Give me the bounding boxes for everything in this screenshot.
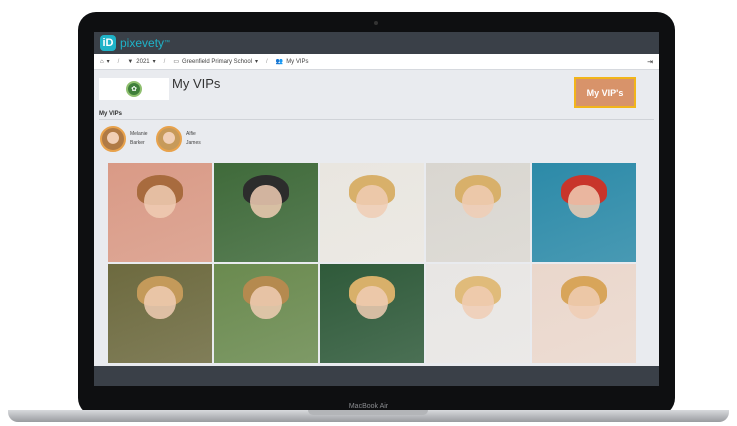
- photo-subject-face: [250, 184, 282, 219]
- my-vips-button[interactable]: My VIP's: [574, 77, 636, 108]
- camera-dot: [374, 21, 378, 25]
- users-icon: 👥: [275, 59, 284, 65]
- avatar: [100, 126, 126, 152]
- current-page-crumb[interactable]: 👥 My VIPs: [275, 58, 309, 66]
- year-filter[interactable]: ▼ 2021 ▾: [127, 58, 156, 66]
- vip-name: Melanie Barker: [130, 130, 148, 148]
- logo-trademark: ™: [164, 40, 171, 46]
- pin-icon[interactable]: ⇥: [647, 58, 653, 66]
- school-crest-icon: ✿: [126, 81, 142, 97]
- school-label: Greenfield Primary School: [181, 58, 253, 65]
- avatar: [156, 126, 182, 152]
- photo-grid: [107, 162, 637, 364]
- photo-subject-face: [356, 184, 388, 219]
- vip-name: Alfie James: [186, 130, 201, 148]
- vip-chip-melanie[interactable]: Melanie Barker: [100, 126, 148, 152]
- photo-tile[interactable]: [425, 162, 531, 263]
- school-logo: ✿: [99, 78, 169, 100]
- breadcrumb-separator: /: [117, 58, 120, 65]
- logo-text: pixevety: [120, 36, 165, 50]
- home-menu[interactable]: ⌂ ▾: [100, 58, 110, 66]
- vip-first-name: Alfie: [186, 131, 196, 137]
- photo-tile[interactable]: [319, 263, 425, 364]
- photo-tile[interactable]: [531, 162, 637, 263]
- breadcrumb-separator: /: [266, 58, 268, 65]
- section-divider: [99, 119, 654, 120]
- app-logo[interactable]: iD pixevety ™: [100, 35, 170, 51]
- vip-last-name: James: [186, 140, 201, 146]
- top-navbar: iD pixevety ™: [94, 32, 659, 54]
- photo-tile[interactable]: [213, 162, 319, 263]
- school-selector[interactable]: ▭ Greenfield Primary School ▾: [173, 58, 259, 66]
- school-icon: ▭: [173, 59, 179, 65]
- photo-tile[interactable]: [319, 162, 425, 263]
- photo-tile[interactable]: [425, 263, 531, 364]
- photo-tile[interactable]: [107, 263, 213, 364]
- current-page-label: My VIPs: [286, 58, 309, 65]
- photo-subject-face: [568, 285, 600, 320]
- breadcrumb-separator: /: [163, 58, 166, 65]
- photo-tile[interactable]: [107, 162, 213, 263]
- photo-subject-face: [144, 285, 176, 320]
- page-title: My VIPs: [172, 76, 221, 91]
- device-label: MacBook Air: [348, 403, 389, 410]
- photo-subject-face: [462, 285, 494, 320]
- bottom-bar: [94, 366, 659, 386]
- photo-subject-face: [144, 184, 176, 219]
- vip-first-name: Melanie: [130, 131, 148, 137]
- vip-last-name: Barker: [130, 140, 145, 146]
- vip-chip-alfie[interactable]: Alfie James: [156, 126, 201, 152]
- photo-tile[interactable]: [531, 263, 637, 364]
- photo-subject-face: [250, 285, 282, 320]
- home-icon: ⌂: [100, 58, 104, 65]
- breadcrumb: ⌂ ▾ / ▼ 2021 ▾ / ▭ Greenfield Primary Sc…: [94, 54, 659, 70]
- chevron-down-icon: ▾: [255, 59, 259, 65]
- filter-icon: ▼: [127, 58, 134, 65]
- photo-tile[interactable]: [213, 263, 319, 364]
- laptop-notch: [308, 410, 428, 415]
- logo-mark: iD: [100, 35, 116, 51]
- chevron-down-icon: ▾: [106, 59, 110, 65]
- photo-subject-face: [462, 184, 494, 219]
- app-screen: iD pixevety ™ ⌂ ▾ / ▼ 2021 ▾ / ▭ Greenfi…: [94, 32, 659, 386]
- photo-subject-face: [356, 285, 388, 320]
- chevron-down-icon: ▾: [152, 59, 156, 65]
- photo-subject-face: [568, 184, 600, 219]
- section-label: My VIPs: [99, 111, 123, 117]
- year-label: 2021: [136, 58, 150, 65]
